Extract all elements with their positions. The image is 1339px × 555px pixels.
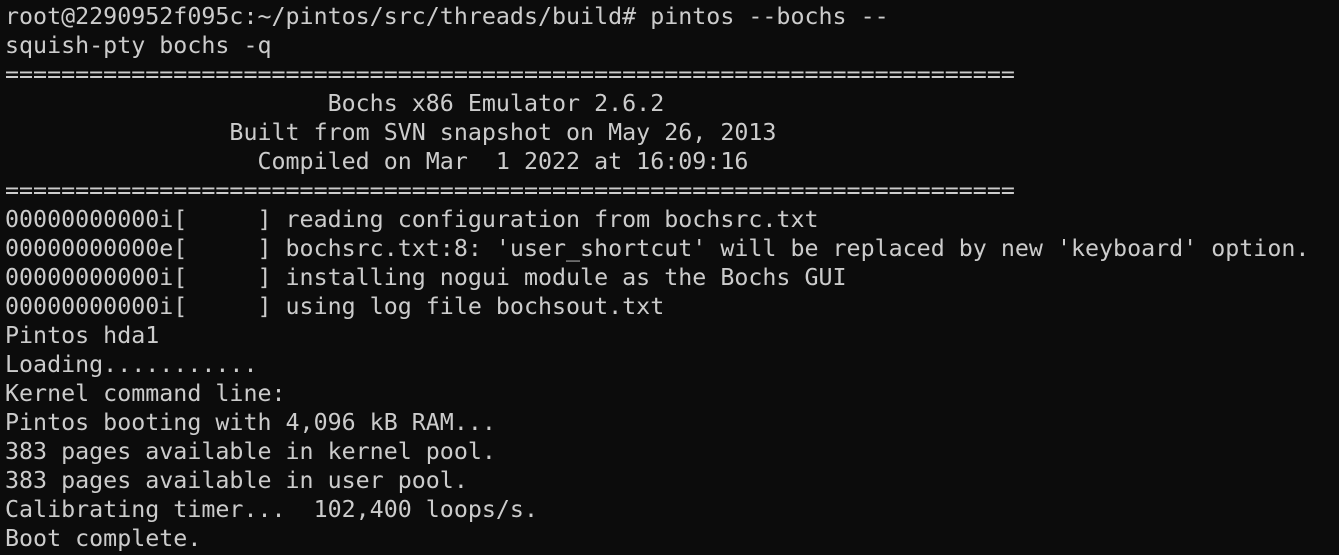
banner-build-line: Built from SVN snapshot on May 26, 2013 — [5, 119, 777, 146]
banner-divider-top: ========================================… — [5, 61, 1015, 88]
output-line: Boot complete. — [5, 525, 202, 552]
banner-divider-bottom: ========================================… — [5, 177, 1015, 204]
log-line: 00000000000i[ ] reading configuration fr… — [5, 206, 819, 233]
output-line: 383 pages available in kernel pool. — [5, 438, 496, 465]
output-line: Pintos booting with 4,096 kB RAM... — [5, 409, 496, 436]
banner-compiled-line: Compiled on Mar 1 2022 at 16:09:16 — [5, 148, 749, 175]
terminal-window[interactable]: root@2290952f095c:~/pintos/src/threads/b… — [0, 0, 1339, 555]
log-line: 00000000000i[ ] installing nogui module … — [5, 264, 847, 291]
log-line: 00000000000e[ ] bochsrc.txt:8: 'user_sho… — [5, 235, 1310, 262]
output-line: Pintos hda1 — [5, 322, 160, 349]
output-line: 383 pages available in user pool. — [5, 467, 468, 494]
prompt-command-line: root@2290952f095c:~/pintos/src/threads/b… — [5, 3, 889, 30]
output-line: Kernel command line: — [5, 380, 286, 407]
log-line: 00000000000i[ ] using log file bochsout.… — [5, 293, 665, 320]
banner-title-line: Bochs x86 Emulator 2.6.2 — [5, 90, 665, 117]
output-line: Loading........... — [5, 351, 258, 378]
output-line: Calibrating timer... 102,400 loops/s. — [5, 496, 538, 523]
command-continuation-line: squish-pty bochs -q — [5, 32, 272, 59]
